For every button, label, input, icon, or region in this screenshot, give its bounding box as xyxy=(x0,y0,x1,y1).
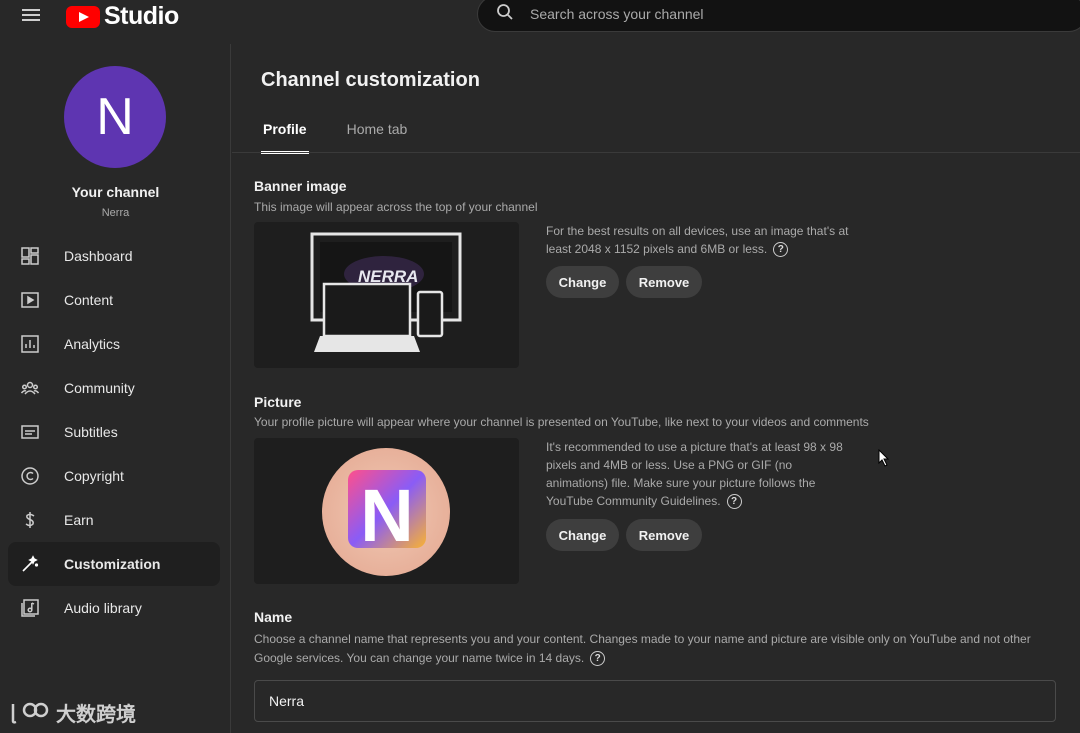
banner-hint-text: For the best results on all devices, use… xyxy=(546,224,849,256)
sidebar-item-audio-library[interactable]: Audio library xyxy=(8,586,220,630)
picture-change-button[interactable]: Change xyxy=(546,519,619,551)
tab-home[interactable]: Home tab xyxy=(347,121,408,154)
banner-section-title: Banner image xyxy=(254,178,347,194)
mouse-cursor-icon xyxy=(878,449,890,467)
sidebar-item-content[interactable]: Content xyxy=(8,278,220,322)
top-bar: Studio xyxy=(0,0,1080,32)
banner-section-description: This image will appear across the top of… xyxy=(254,200,538,214)
watermark-text: 大数跨境 xyxy=(56,704,136,726)
name-section-title: Name xyxy=(254,609,293,625)
dashboard-icon xyxy=(20,246,40,266)
main-content: Channel customization Profile Home tab B… xyxy=(232,44,1080,733)
search-icon[interactable] xyxy=(478,3,518,26)
customization-icon xyxy=(20,554,40,574)
sidebar-item-earn[interactable]: Earn xyxy=(8,498,220,542)
subtitles-icon xyxy=(20,422,40,442)
banner-remove-button[interactable]: Remove xyxy=(626,266,702,298)
sidebar-item-subtitles[interactable]: Subtitles xyxy=(8,410,220,454)
logo-text: Studio xyxy=(104,2,179,30)
sidebar-item-community[interactable]: Community xyxy=(8,366,220,410)
sidebar-item-customization[interactable]: Customization xyxy=(8,542,220,586)
sidebar-item-label: Subtitles xyxy=(64,424,118,440)
help-icon[interactable]: ? xyxy=(726,494,742,510)
channel-handle: Nerra xyxy=(101,207,130,219)
picture-hint-text: It's recommended to use a picture that's… xyxy=(546,440,843,508)
page-title: Channel customization xyxy=(261,69,480,91)
sidebar-item-label: Content xyxy=(64,292,114,308)
sidebar-item-label: Customization xyxy=(64,556,161,572)
community-icon xyxy=(20,378,40,398)
analytics-icon xyxy=(20,334,40,354)
help-icon[interactable]: ? xyxy=(773,242,789,258)
banner-preview: NERRA xyxy=(254,222,519,368)
profile-picture-letter: N xyxy=(360,474,413,557)
sidebar-nav: Dashboard Content Analytics Community Su… xyxy=(8,234,220,630)
youtube-logo-icon xyxy=(66,5,100,28)
channel-title: Your channel xyxy=(71,184,160,200)
channel-name-input[interactable] xyxy=(254,680,1056,722)
menu-icon[interactable] xyxy=(20,6,42,24)
sidebar: N Your channel Nerra Dashboard Content A… xyxy=(0,44,231,733)
banner-devices-illustration: NERRA xyxy=(310,232,462,352)
sidebar-item-label: Dashboard xyxy=(64,248,133,264)
name-section-description: Choose a channel name that represents yo… xyxy=(254,630,1044,668)
picture-preview: N xyxy=(254,438,519,584)
banner-hint: For the best results on all devices, use… xyxy=(546,222,856,258)
channel-avatar[interactable]: N xyxy=(64,66,166,168)
audio-library-icon xyxy=(20,598,40,618)
sidebar-item-copyright[interactable]: Copyright xyxy=(8,454,220,498)
youtube-studio-logo[interactable]: Studio xyxy=(66,2,179,31)
watermark: 大数跨境 xyxy=(10,698,136,727)
sidebar-item-label: Analytics xyxy=(64,336,121,352)
sidebar-item-label: Audio library xyxy=(64,600,142,616)
earn-icon xyxy=(20,510,40,530)
sidebar-item-label: Copyright xyxy=(64,468,124,484)
sidebar-item-label: Community xyxy=(64,380,135,396)
name-description-text: Choose a channel name that represents yo… xyxy=(254,632,1031,665)
sidebar-item-dashboard[interactable]: Dashboard xyxy=(8,234,220,278)
watermark-logo-icon xyxy=(11,702,49,724)
sidebar-item-label: Earn xyxy=(64,512,94,528)
tab-profile[interactable]: Profile xyxy=(261,121,309,154)
help-icon[interactable]: ? xyxy=(590,651,606,667)
search-bar[interactable] xyxy=(477,0,1080,32)
content-icon xyxy=(20,290,40,310)
tabs-divider xyxy=(232,152,1080,153)
copyright-icon xyxy=(20,466,40,486)
banner-change-button[interactable]: Change xyxy=(546,266,619,298)
picture-section-title: Picture xyxy=(254,394,302,410)
sidebar-item-analytics[interactable]: Analytics xyxy=(8,322,220,366)
picture-remove-button[interactable]: Remove xyxy=(626,519,702,551)
picture-hint: It's recommended to use a picture that's… xyxy=(546,438,846,510)
search-input[interactable] xyxy=(518,6,1018,22)
picture-section-description: Your profile picture will appear where y… xyxy=(254,415,869,429)
tab-bar: Profile Home tab xyxy=(261,121,407,154)
profile-picture-image: N xyxy=(322,448,450,576)
